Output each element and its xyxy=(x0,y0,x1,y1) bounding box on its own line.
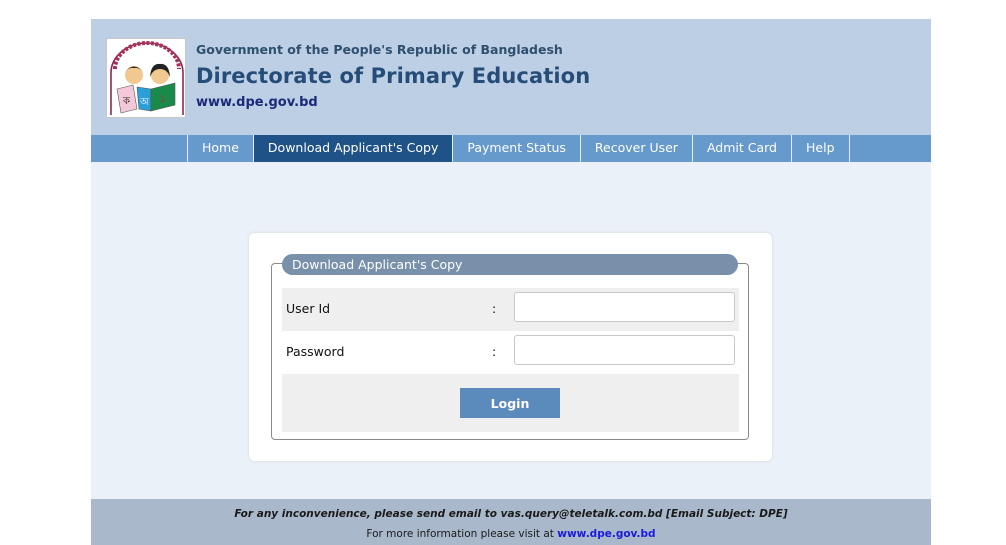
svg-text:ক: ক xyxy=(122,96,131,107)
site-footer: For any inconvenience, please send email… xyxy=(91,499,931,545)
footer-website-link[interactable]: www.dpe.gov.bd xyxy=(557,528,655,540)
nav-recover-user[interactable]: Recover User xyxy=(579,135,692,162)
user-id-separator: : xyxy=(492,301,497,316)
support-email-notice: For any inconvenience, please send email… xyxy=(234,508,788,520)
nav-home[interactable]: Home xyxy=(187,135,253,162)
nav-payment-status[interactable]: Payment Status xyxy=(452,135,580,162)
page-container: ক অ ১ Government of the People's Republi… xyxy=(91,19,931,545)
user-id-label: User Id xyxy=(286,301,331,316)
actions-row: Login xyxy=(282,374,739,432)
more-info-line: For more information please visit at www… xyxy=(91,528,931,540)
password-separator: : xyxy=(492,344,497,359)
login-card: Download Applicant's Copy User Id : Pass… xyxy=(249,233,772,461)
nav-help[interactable]: Help xyxy=(791,135,850,162)
nav-download-applicants-copy[interactable]: Download Applicant's Copy xyxy=(252,135,453,162)
password-row: Password : xyxy=(282,331,739,374)
children-reading-logo-icon: ক অ ১ xyxy=(107,39,185,117)
dpe-logo[interactable]: ক অ ১ xyxy=(106,38,186,118)
site-title: Directorate of Primary Education xyxy=(196,64,591,88)
login-button[interactable]: Login xyxy=(460,388,560,418)
password-input[interactable] xyxy=(514,335,735,365)
main-nav: Home Download Applicant's Copy Payment S… xyxy=(91,135,931,162)
svg-text:অ: অ xyxy=(139,97,149,108)
user-id-row: User Id : xyxy=(282,288,739,331)
user-id-input[interactable] xyxy=(514,292,735,322)
svg-text:১: ১ xyxy=(159,92,166,105)
more-info-text: For more information please visit at xyxy=(366,528,554,540)
nav-admit-card[interactable]: Admit Card xyxy=(691,135,791,162)
government-line: Government of the People's Republic of B… xyxy=(196,42,563,57)
main-content: Download Applicant's Copy User Id : Pass… xyxy=(91,162,931,499)
form-legend: Download Applicant's Copy xyxy=(282,254,738,275)
site-header: ক অ ১ Government of the People's Republi… xyxy=(91,19,931,135)
site-url[interactable]: www.dpe.gov.bd xyxy=(196,95,318,110)
password-label: Password xyxy=(286,344,345,359)
